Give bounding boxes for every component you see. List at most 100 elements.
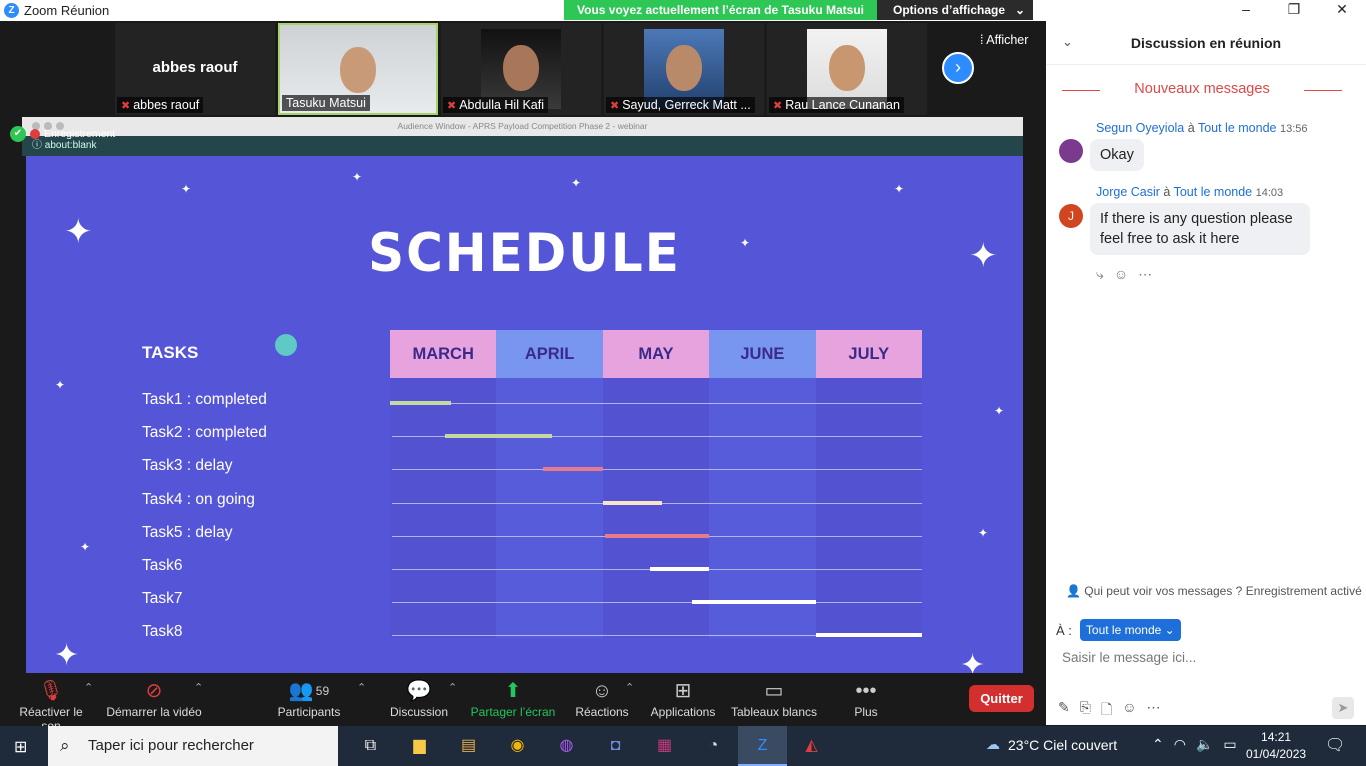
shared-window-url: ⓘ about:blank (22, 136, 1023, 156)
acrobat-icon[interactable]: ◭ (787, 726, 836, 766)
cloud-icon: ☁ (986, 736, 1000, 752)
send-icon[interactable]: ➤ (1332, 697, 1354, 719)
more-icon[interactable]: ⋯ (1147, 699, 1161, 723)
file-icon[interactable]: 🗋 (1101, 699, 1112, 723)
maximize-button[interactable]: ❐ (1270, 0, 1318, 21)
participant-tile[interactable]: ✖ Rau Lance Cunanan (767, 23, 927, 115)
gantt-row-line (392, 403, 922, 404)
window-title: Zoom Réunion (24, 3, 110, 18)
clock-date: 01/04/2023 (1246, 747, 1307, 761)
participant-tile[interactable]: abbes raouf ✖ abbes raouf (115, 23, 275, 115)
quit-button[interactable]: Quitter (969, 685, 1034, 712)
avatar (1059, 139, 1083, 163)
gantt-chart: MARCH APRIL MAY JUNE JULY (390, 330, 922, 638)
message-sender[interactable]: Segun Oyeyiola (1096, 121, 1184, 135)
muted-mic-icon: 🎙 (38, 680, 64, 702)
messenger-icon[interactable]: ◍ (542, 726, 591, 766)
chat-icon: 💬 (406, 680, 432, 702)
battery-icon[interactable]: ▭ (1223, 736, 1236, 753)
reply-icon[interactable]: ⤷ (1096, 266, 1104, 283)
message-visibility-note[interactable]: 👤 Qui peut voir vos messages ? Enregistr… (1066, 584, 1362, 598)
whiteboards-label: Tableaux blancs (730, 705, 818, 719)
gantt-task-bar (602, 501, 663, 505)
more-button[interactable]: ••• Plus (846, 677, 886, 719)
chat-input[interactable]: Saisir le message ici... (1062, 650, 1196, 665)
emoji-reaction-icon[interactable]: ☺ (1114, 266, 1128, 283)
next-participants-button[interactable]: › (942, 52, 974, 84)
chevron-up-icon[interactable]: ⌃ (357, 681, 366, 694)
chevron-up-icon[interactable]: ⌃ (194, 681, 203, 694)
more-icon[interactable]: ⋯ (1138, 266, 1152, 283)
month-header: JUNE (709, 330, 816, 378)
message-sender[interactable]: Jorge Casir (1096, 185, 1160, 199)
recipient-value: Tout le monde (1085, 623, 1162, 637)
chat-message: If there is any question please feel fre… (1090, 203, 1310, 255)
screenshot-icon[interactable]: ⎘ (1080, 699, 1091, 723)
apps-button[interactable]: ⊞ Applications (646, 677, 720, 719)
message-meta: Segun Oyeyiola à Tout le monde 13:56 (1096, 121, 1308, 135)
format-icon[interactable]: ✎ (1058, 699, 1070, 723)
participant-tile[interactable]: ✖ Abdulla Hil Kafi (441, 23, 601, 115)
emoji-icon[interactable]: ☺ (1122, 699, 1136, 723)
chrome-icon[interactable]: ◉ (493, 726, 542, 766)
view-options-button[interactable]: Options d’affichage ⌄ (877, 0, 1033, 20)
file-explorer-icon[interactable]: ▆ (395, 726, 444, 766)
zoom-taskbar-icon[interactable]: Z (738, 726, 787, 766)
chevron-up-icon[interactable]: ⌃ (448, 681, 457, 694)
participants-button[interactable]: 👥 59 Participants (274, 677, 344, 719)
task-label: Task8 (142, 623, 183, 640)
document-app-icon[interactable]: ▤ (444, 726, 493, 766)
discord-icon[interactable]: ◘ (591, 726, 640, 766)
chat-message: Okay (1090, 139, 1144, 171)
sparkle-icon: ✦ (80, 540, 91, 554)
task-label: Task1 : completed (142, 391, 267, 408)
task-view-icon[interactable]: ⧉ (346, 726, 395, 766)
unmute-button[interactable]: 🎙 Réactiver le son (10, 677, 92, 733)
to-label: À : (1056, 622, 1072, 638)
chat-button[interactable]: 💬 Discussion (386, 677, 452, 719)
message-time: 13:56 (1279, 123, 1308, 135)
chat-header: ⌄ Discussion en réunion (1046, 21, 1366, 65)
participant-label: ✖ Sayud, Gerreck Matt ... (606, 97, 755, 113)
chat-title: Discussion en réunion (1130, 35, 1282, 51)
screen-share-banner: Vous voyez actuellement l’écran de Tasuk… (564, 0, 1033, 20)
chevron-up-icon[interactable]: ⌃ (1152, 736, 1164, 753)
message-recipient[interactable]: Tout le monde (1174, 185, 1253, 199)
windows-taskbar: ⊞ ⌕ Taper ici pour rechercher ⧉ ▆ ▤ ◉ ◍ … (0, 726, 1366, 766)
minimize-button[interactable]: – (1222, 0, 1270, 21)
volume-icon[interactable]: 🔈 (1196, 736, 1213, 753)
windows-start-icon[interactable]: ⊞ (14, 737, 27, 757)
start-video-button[interactable]: ⊘ Démarrer la vidéo (104, 677, 204, 719)
chevron-up-icon[interactable]: ⌃ (84, 681, 93, 694)
whiteboard-icon: ▭ (764, 680, 784, 702)
chevron-up-icon[interactable]: ⌃ (625, 681, 634, 694)
notification-icon[interactable]: 🗨 (1325, 735, 1345, 755)
decorative-dot (275, 334, 297, 356)
month-header: MARCH (390, 330, 497, 378)
recipient-row: À : Tout le monde ⌄ (1056, 619, 1181, 641)
taskbar-search[interactable]: ⌕ Taper ici pour rechercher (48, 726, 338, 766)
participant-tile[interactable]: ✖ Sayud, Gerreck Matt ... (604, 23, 764, 115)
paint-icon[interactable]: ◔ (689, 726, 738, 766)
task-label: Task6 (142, 557, 183, 574)
weather-widget[interactable]: ☁ 23°C Ciel couvert (986, 736, 1117, 753)
share-screen-button[interactable]: ⬆ Partager l’écran (468, 677, 558, 719)
reactions-button[interactable]: ☺ Réactions (572, 677, 632, 719)
winrar-icon[interactable]: ▦ (640, 726, 689, 766)
recipient-select[interactable]: Tout le monde ⌄ (1079, 619, 1181, 641)
taskbar-apps: ⧉ ▆ ▤ ◉ ◍ ◘ ▦ ◔ Z ◭ (346, 726, 836, 766)
reactions-icon: ☺ (591, 680, 613, 702)
taskbar-clock[interactable]: 14:21 01/04/2023 (1246, 729, 1306, 763)
message-recipient[interactable]: Tout le monde (1198, 121, 1277, 135)
close-button[interactable]: ✕ (1318, 0, 1366, 21)
avatar: J (1059, 204, 1083, 228)
search-icon: ⌕ (60, 736, 70, 755)
wifi-icon[interactable]: ◠ (1174, 736, 1186, 753)
recording-dot-icon (30, 129, 40, 139)
gantt-task-bar (815, 633, 922, 637)
participant-tile-active[interactable]: Tasuku Matsui (278, 23, 438, 115)
chat-tools: ✎ ⎘ 🗋 ☺ ⋯ (1058, 699, 1161, 723)
show-participants-toggle[interactable]: ⁞ Afficher (980, 33, 1028, 47)
whiteboards-button[interactable]: ▭ Tableaux blancs (730, 677, 818, 719)
task-label: Task5 : delay (142, 524, 233, 541)
